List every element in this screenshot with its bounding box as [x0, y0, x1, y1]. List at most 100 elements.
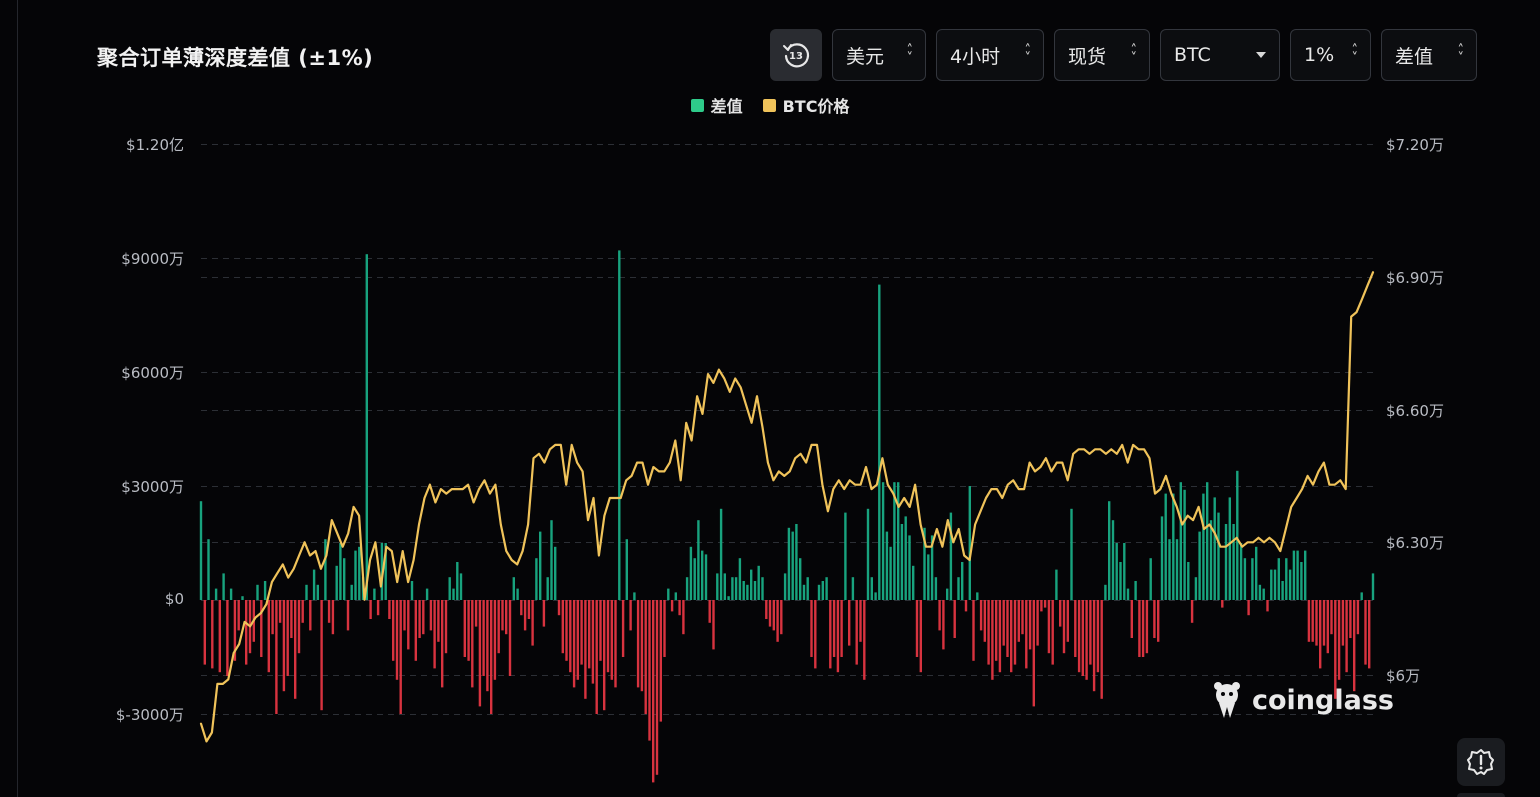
diff-bar-negative	[1330, 600, 1333, 635]
diff-bar-negative	[855, 600, 858, 665]
diff-bar-positive	[783, 573, 787, 600]
diff-bar-positive	[1304, 550, 1307, 600]
diff-bar-positive	[1187, 562, 1190, 600]
diff-bar-negative	[561, 600, 564, 654]
diff-bar-positive	[1243, 558, 1247, 600]
diff-bar-positive	[448, 577, 451, 600]
diff-bar-positive	[1217, 512, 1220, 600]
diff-bar-positive	[1164, 493, 1167, 600]
diff-bar-positive	[550, 520, 553, 600]
diff-bar-negative	[776, 600, 779, 642]
diff-bar-positive	[870, 577, 873, 600]
diff-bar-positive	[263, 581, 267, 600]
diff-bar-negative	[1190, 600, 1194, 623]
diff-bar-positive	[1277, 558, 1280, 600]
diff-bar-negative	[569, 600, 572, 673]
diff-bar-negative	[863, 600, 866, 680]
diff-bar-negative	[682, 600, 685, 635]
diff-bar-negative	[1364, 600, 1367, 665]
diff-bar-positive	[1108, 501, 1111, 600]
diff-bar-negative	[226, 600, 229, 676]
diff-bar-positive	[1194, 577, 1198, 600]
diff-bar-positive	[312, 569, 316, 600]
diff-bar-negative	[1130, 600, 1133, 638]
diff-bar-positive	[889, 546, 892, 600]
diff-bar-negative	[1145, 600, 1149, 654]
diff-bar-positive	[1300, 562, 1303, 600]
diff-bar-negative	[1356, 600, 1360, 635]
diff-bar-negative	[1051, 600, 1054, 665]
diff-bar-positive	[697, 520, 700, 600]
diff-bar-positive	[753, 581, 757, 600]
diff-bar-positive	[1262, 588, 1265, 600]
diff-bar-negative	[557, 600, 561, 616]
diff-bar-positive	[256, 584, 259, 600]
diff-bar-positive	[757, 565, 760, 600]
diff-bar-negative	[275, 600, 278, 714]
diff-bar-positive	[968, 486, 971, 600]
diff-bar-negative	[237, 600, 240, 631]
diff-bar-negative	[1047, 600, 1051, 654]
diff-bar-positive	[885, 531, 889, 600]
feedback-button[interactable]	[1457, 738, 1505, 786]
diff-bar-negative	[1247, 600, 1250, 616]
diff-bar-negative	[1040, 600, 1043, 612]
diff-bar-negative	[652, 600, 655, 783]
diff-bar-negative	[640, 600, 644, 692]
diff-bar-positive	[1292, 550, 1296, 600]
diff-bar-positive	[1239, 543, 1243, 600]
diff-bar-negative	[369, 600, 372, 619]
diff-bar-positive	[1288, 569, 1292, 600]
diff-bar-positive	[704, 554, 708, 600]
diff-bar-positive	[452, 588, 455, 600]
diff-bar-negative	[1021, 600, 1024, 635]
diff-bar-negative	[938, 600, 941, 631]
diff-bar-positive	[881, 482, 885, 600]
diff-bar-negative	[1025, 600, 1028, 669]
diff-bar-negative	[1157, 600, 1160, 642]
diff-bar-positive	[1198, 531, 1201, 600]
diff-bar-negative	[595, 600, 598, 714]
diff-bar-negative	[271, 600, 274, 635]
diff-bar-negative	[1307, 600, 1311, 642]
diff-bar-negative	[606, 600, 610, 673]
diff-bar-positive	[802, 584, 806, 600]
diff-bar-positive	[693, 558, 696, 600]
diff-bar-negative	[1345, 600, 1348, 673]
diff-bar-positive	[701, 550, 704, 600]
diff-bar-positive	[674, 592, 677, 600]
diff-bar-negative	[644, 600, 647, 714]
diff-bar-positive	[546, 577, 549, 600]
diff-bar-positive	[799, 558, 802, 600]
diff-bar-negative	[282, 600, 286, 692]
diff-bar-positive	[1104, 584, 1107, 600]
diff-bar-positive	[904, 516, 907, 600]
diff-bar-negative	[527, 600, 531, 619]
diff-bar-negative	[497, 600, 500, 654]
diff-bar-negative	[1096, 600, 1100, 673]
coinglass-wordmark: coinglass	[1252, 684, 1394, 716]
diff-bar-positive	[761, 577, 764, 600]
diff-bar-positive	[1232, 524, 1235, 600]
diff-bar-positive	[731, 577, 734, 600]
diff-bar-negative	[1059, 600, 1062, 627]
diff-bar-positive	[373, 588, 376, 600]
diff-bar-positive	[1273, 569, 1277, 600]
diff-bar-negative	[331, 600, 335, 635]
diff-bar-positive	[821, 581, 824, 600]
diff-bar-negative	[1326, 600, 1329, 654]
diff-bar-positive	[1111, 520, 1115, 600]
diff-bar-positive	[516, 588, 519, 600]
depth-diff-chart[interactable]	[0, 0, 1540, 797]
diff-bar-positive	[825, 577, 828, 600]
diff-bar-negative	[531, 600, 534, 646]
diff-bar-negative	[629, 600, 632, 631]
diff-bar-positive	[1371, 573, 1375, 600]
diff-bar-negative	[520, 600, 523, 616]
diff-bar-negative	[670, 600, 674, 612]
diff-bar-positive	[1202, 493, 1205, 600]
diff-bar-negative	[444, 600, 448, 654]
diff-bar-negative	[429, 600, 433, 631]
diff-bar-positive	[305, 584, 308, 600]
diff-bar-negative	[998, 600, 1002, 673]
